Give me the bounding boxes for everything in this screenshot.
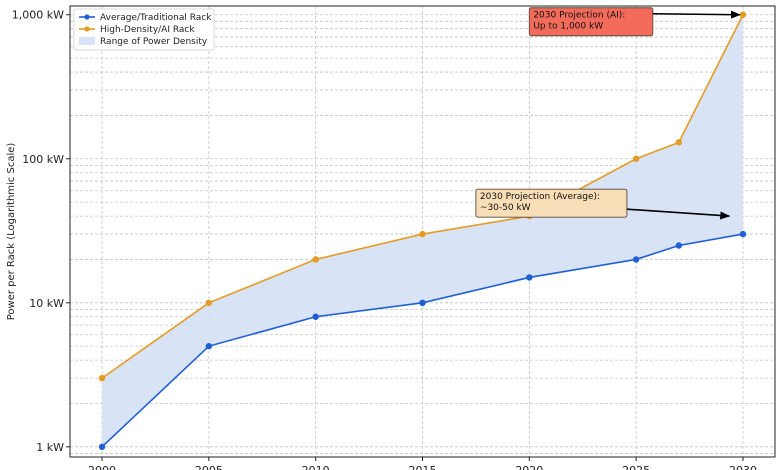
y-tick-label: 10 kW — [29, 297, 64, 310]
x-tick-label: 2020 — [515, 464, 543, 470]
x-tick-label: 2005 — [195, 464, 223, 470]
data-point — [739, 11, 747, 18]
data-point — [312, 313, 319, 320]
annotation-text: 2030 Projection (AI): — [533, 11, 625, 21]
x-tick-label: 2015 — [409, 464, 437, 470]
y-tick-label: 1 kW — [36, 441, 64, 454]
data-point — [739, 230, 747, 238]
annotation-text: ~30-50 kW — [480, 203, 531, 213]
x-tick-label: 2030 — [729, 464, 757, 470]
annotation-text: Up to 1,000 kW — [533, 22, 603, 32]
data-point — [419, 230, 426, 238]
data-point — [312, 256, 319, 263]
x-tick-label: 2025 — [622, 464, 650, 470]
annotation-text: 2030 Projection (Average): — [480, 192, 600, 202]
legend-patch — [79, 37, 95, 45]
legend-label: Average/Traditional Rack — [100, 13, 212, 23]
chart: 2030 Projection (AI):Up to 1,000 kW 2030 … — [6, 5, 776, 470]
x-tick-label: 2010 — [302, 464, 330, 470]
data-point — [632, 155, 640, 162]
data-point — [205, 342, 213, 350]
data-point — [526, 274, 533, 281]
legend-marker — [84, 26, 90, 32]
legend: Average/Traditional Rack High-Density/AI … — [73, 8, 215, 51]
data-point — [675, 139, 683, 146]
x-tick-label: 2000 — [88, 464, 116, 470]
data-point — [419, 299, 426, 307]
legend-marker — [84, 14, 90, 20]
annotation-arrow-0 — [652, 10, 741, 19]
legend-label: Range of Power Density — [100, 37, 208, 47]
y-tick-label: 100 kW — [22, 153, 64, 166]
data-point — [675, 242, 683, 249]
y-axis-label: Power per Rack (Logarithmic Scale) — [6, 143, 17, 321]
data-point — [205, 299, 213, 307]
y-tick-label: 1,000 kW — [12, 9, 64, 22]
data-point — [98, 443, 106, 451]
data-point — [98, 374, 106, 382]
data-point — [632, 256, 640, 263]
legend-label: High-Density/AI Rack — [100, 25, 195, 35]
